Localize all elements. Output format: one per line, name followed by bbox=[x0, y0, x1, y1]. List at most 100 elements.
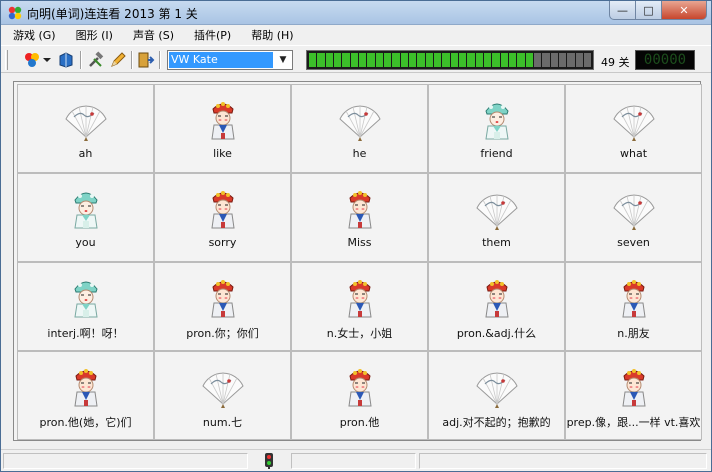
fan-icon bbox=[610, 188, 658, 232]
progress-segment bbox=[408, 53, 417, 67]
progress-segment bbox=[375, 53, 383, 67]
palette-icon bbox=[25, 53, 39, 67]
progress-segment bbox=[342, 53, 350, 67]
tile-label: them bbox=[482, 236, 511, 249]
dictionary-button[interactable] bbox=[57, 51, 75, 69]
board-tile[interactable]: like bbox=[154, 84, 291, 173]
menu-sound[interactable]: 声音 (S) bbox=[125, 25, 182, 45]
menu-plugins[interactable]: 插件(P) bbox=[186, 25, 239, 45]
status-pane-right bbox=[419, 453, 707, 469]
tile-label: like bbox=[213, 147, 232, 160]
tile-label: adj.对不起的；抱歉的 bbox=[442, 416, 551, 429]
level-counter: 49 关 bbox=[601, 56, 630, 69]
board-tile[interactable]: adj.对不起的；抱歉的 bbox=[428, 351, 565, 440]
opera-figure-red-icon bbox=[336, 188, 384, 232]
menu-help[interactable]: 帮助 (H) bbox=[243, 25, 301, 45]
board-tile[interactable]: Miss bbox=[291, 173, 428, 262]
board-tile[interactable]: them bbox=[428, 173, 565, 262]
tile-label: n.女士，小姐 bbox=[326, 327, 393, 340]
progress-segment bbox=[350, 53, 358, 67]
voice-selected-value: VW Kate bbox=[169, 52, 273, 68]
opera-figure-red-icon bbox=[336, 366, 384, 410]
fan-icon bbox=[199, 366, 247, 410]
tile-label: friend bbox=[480, 147, 513, 160]
board-tile[interactable]: pron.&adj.什么 bbox=[428, 262, 565, 351]
opera-figure-teal-icon bbox=[62, 277, 110, 321]
board-tile[interactable]: what bbox=[565, 84, 702, 173]
chevron-down-icon[interactable]: ▼ bbox=[276, 53, 290, 67]
board-tile[interactable]: ah bbox=[17, 84, 154, 173]
toolbar-separator bbox=[80, 51, 82, 69]
status-pane-left bbox=[3, 453, 248, 469]
progress-segment bbox=[383, 53, 392, 67]
progress-segment bbox=[508, 53, 517, 67]
progress-segment bbox=[558, 53, 567, 67]
voice-select[interactable]: VW Kate ▼ bbox=[167, 50, 293, 70]
fan-icon bbox=[473, 188, 521, 232]
tile-label: prep.像，跟...一样 vt.喜欢 bbox=[566, 416, 701, 429]
opera-figure-red-icon bbox=[610, 277, 658, 321]
chevron-down-icon bbox=[43, 58, 51, 62]
minimize-button[interactable]: — bbox=[609, 1, 636, 20]
exit-button[interactable] bbox=[137, 51, 155, 69]
menu-graphics[interactable]: 图形 (I) bbox=[68, 25, 121, 45]
opera-figure-red-icon bbox=[473, 277, 521, 321]
tile-label: pron.&adj.什么 bbox=[456, 327, 537, 340]
game-board: ah like he friend what you sorry Miss th… bbox=[13, 81, 702, 441]
pencil-icon bbox=[111, 52, 126, 67]
progress-segment bbox=[483, 53, 492, 67]
menu-bar: 游戏 (G) 图形 (I) 声音 (S) 插件(P) 帮助 (H) bbox=[1, 25, 711, 45]
progress-segment bbox=[367, 53, 375, 67]
board-tile[interactable]: pron.他 bbox=[291, 351, 428, 440]
minimize-icon: — bbox=[617, 3, 628, 17]
maximize-button[interactable]: □ bbox=[636, 1, 662, 20]
opera-figure-red-icon bbox=[199, 188, 247, 232]
theme-dropdown-button[interactable] bbox=[41, 51, 53, 69]
toolbar-separator bbox=[159, 51, 161, 69]
window-controls: — □ ✕ bbox=[609, 1, 707, 20]
tools-button[interactable] bbox=[87, 51, 105, 69]
board-tile[interactable]: you bbox=[17, 173, 154, 262]
progress-segment bbox=[492, 53, 500, 67]
tile-label: ah bbox=[78, 147, 93, 160]
board-tile[interactable]: pron.你；你们 bbox=[154, 262, 291, 351]
maximize-icon: □ bbox=[643, 3, 654, 17]
toolbar-separator bbox=[131, 51, 133, 69]
opera-figure-red-icon bbox=[199, 277, 247, 321]
progress-segment bbox=[433, 53, 442, 67]
title-bar[interactable]: 向明(单词)连连看 2013 第 1 关 — □ ✕ bbox=[1, 1, 711, 25]
board-tile[interactable]: pron.他(她，它)们 bbox=[17, 351, 154, 440]
exit-door-icon bbox=[138, 52, 155, 68]
hint-button[interactable] bbox=[109, 51, 127, 69]
fan-icon bbox=[473, 366, 521, 410]
fan-icon bbox=[610, 99, 658, 143]
board-tile[interactable]: sorry bbox=[154, 173, 291, 262]
fan-icon bbox=[336, 99, 384, 143]
progress-segment bbox=[542, 53, 550, 67]
progress-segment bbox=[392, 53, 400, 67]
board-tile[interactable]: n.朋友 bbox=[565, 262, 702, 351]
tile-label: you bbox=[75, 236, 96, 249]
menu-game[interactable]: 游戏 (G) bbox=[5, 25, 64, 45]
toolbar-grip[interactable] bbox=[5, 50, 8, 70]
board-tile[interactable]: prep.像，跟...一样 vt.喜欢 bbox=[565, 351, 702, 440]
opera-figure-red-icon bbox=[610, 366, 658, 410]
theme-palette-button[interactable] bbox=[23, 51, 41, 69]
toolbar: VW Kate ▼ 49 关 00000 bbox=[1, 45, 711, 73]
board-tile[interactable]: he bbox=[291, 84, 428, 173]
tile-label: pron.你；你们 bbox=[186, 327, 259, 340]
close-button[interactable]: ✕ bbox=[662, 1, 707, 20]
board-tile[interactable]: interj.啊！呀！ bbox=[17, 262, 154, 351]
status-pane-middle bbox=[291, 453, 416, 469]
tile-label: sorry bbox=[208, 236, 237, 249]
board-tile[interactable]: seven bbox=[565, 173, 702, 262]
progress-segment bbox=[583, 53, 592, 67]
fan-icon bbox=[62, 99, 110, 143]
progress-segment bbox=[325, 53, 333, 67]
progress-segment bbox=[417, 53, 425, 67]
board-tile[interactable]: n.女士，小姐 bbox=[291, 262, 428, 351]
board-tile[interactable]: num.七 bbox=[154, 351, 291, 440]
progress-segment bbox=[475, 53, 483, 67]
tile-label: pron.他(她，它)们 bbox=[39, 416, 132, 429]
board-tile[interactable]: friend bbox=[428, 84, 565, 173]
